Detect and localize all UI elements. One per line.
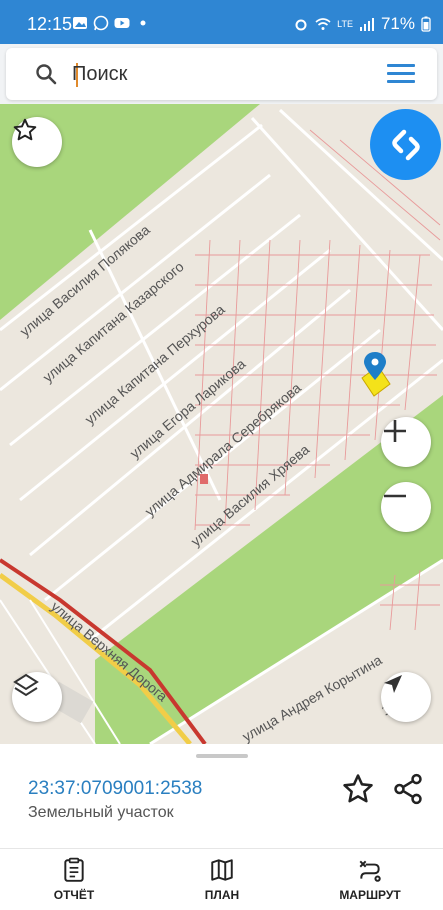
- map-plan-icon: [211, 859, 233, 881]
- search-input[interactable]: [72, 58, 362, 90]
- whatsapp-icon: [93, 15, 109, 31]
- tab-label: ОТЧЁТ: [53, 888, 95, 902]
- parcel-info-sheet[interactable]: 23:37:0709001:2538 Земельный участок: [0, 744, 443, 848]
- shazam-button[interactable]: [370, 109, 441, 180]
- minus-icon: [384, 494, 406, 498]
- plus-icon: [384, 420, 406, 442]
- tab-route[interactable]: МАРШРУТ: [296, 849, 443, 910]
- cadastral-number[interactable]: 23:37:0709001:2538: [28, 778, 202, 800]
- search-icon[interactable]: [34, 62, 58, 86]
- zoom-in-button[interactable]: [381, 417, 431, 467]
- alarm-icon: [295, 19, 307, 31]
- battery-icon: [421, 16, 431, 32]
- signal-icon: [359, 18, 374, 31]
- menu-button[interactable]: [387, 62, 415, 86]
- tab-label: ПЛАН: [204, 888, 240, 902]
- shazam-icon: [391, 129, 420, 160]
- notification-icons: [72, 15, 151, 31]
- favorite-map-button[interactable]: [12, 117, 62, 167]
- my-location-button[interactable]: [381, 672, 431, 722]
- search-area: [0, 44, 443, 104]
- status-right: LTE 71%: [293, 14, 431, 34]
- sheet-drag-handle[interactable]: [196, 754, 248, 758]
- lte-label: LTE: [337, 19, 353, 29]
- parcel-type: Земельный участок: [28, 804, 174, 821]
- dot-icon: [140, 20, 146, 26]
- map-canvas[interactable]: улица Василия Полякова улица Капитана Ка…: [0, 104, 443, 744]
- status-time: 12:15: [27, 14, 73, 34]
- share-icon[interactable]: [391, 772, 425, 806]
- wifi-icon: [315, 18, 331, 30]
- favorite-icon[interactable]: [341, 772, 375, 806]
- report-icon: [64, 857, 84, 882]
- tab-plan[interactable]: ПЛАН: [148, 849, 296, 910]
- search-bar[interactable]: [6, 48, 437, 100]
- star-icon: [13, 118, 37, 141]
- battery-percent: 71%: [380, 14, 415, 33]
- youtube-icon: [114, 18, 130, 28]
- tab-label: МАРШРУТ: [339, 888, 401, 902]
- tab-report[interactable]: ОТЧЁТ: [0, 849, 148, 910]
- layers-button[interactable]: [12, 672, 62, 722]
- layers-icon: [13, 673, 39, 697]
- navigation-arrow-icon: [384, 675, 402, 693]
- route-icon: [359, 860, 381, 882]
- zoom-out-button[interactable]: [381, 482, 431, 532]
- bottom-tab-bar: ОТЧЁТ ПЛАН МАРШРУТ: [0, 848, 443, 910]
- gallery-icon: [73, 17, 87, 29]
- status-bar: 12:15 LTE 71%: [0, 0, 443, 44]
- map-view[interactable]: улица Василия Полякова улица Капитана Ка…: [0, 104, 443, 744]
